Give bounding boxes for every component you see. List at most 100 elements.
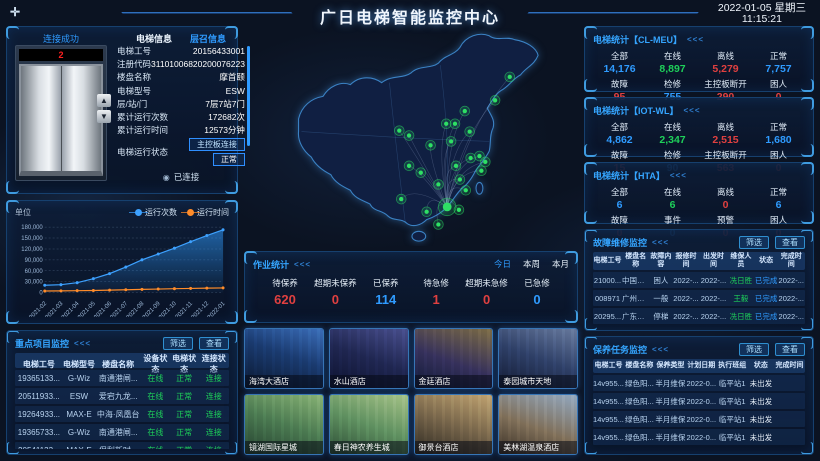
cell-device-status: 在线 [141,409,170,420]
down-arrow-button[interactable]: ▼ [97,110,111,123]
period-tab[interactable]: 本周 [523,258,540,270]
legend-item[interactable]: 运行时间 [187,207,229,218]
stat-label: 离线 [699,50,752,62]
map-site-dot[interactable] [404,131,414,141]
map-site-dot[interactable] [465,127,475,137]
project-photo-card[interactable]: 镜湖国际星城 [244,394,324,455]
map-site-dot[interactable] [466,153,476,163]
column-header: 状态 [755,256,778,266]
map-site-dot[interactable] [426,140,436,150]
field-value: 摩首颐 [219,71,245,84]
map-site-dot[interactable] [396,194,406,204]
mainboard-connect-button[interactable]: 主控板连接 [189,138,245,151]
floor-arrows: ▲ ▼ [97,94,111,123]
map-site-dot[interactable] [394,126,404,136]
stat-item: 全部 14,176 [593,50,646,75]
collapse-chevrons[interactable]: <<< [687,35,704,44]
project-photo-card[interactable]: 春日神农养生城 [329,394,409,455]
column-header: 楼盘名称 [624,361,655,371]
floor-display: 2 [19,49,103,61]
normal-status-button[interactable]: 正常 [213,153,245,166]
stat-label: 全部 [593,50,646,62]
stat-label: 离线 [699,186,752,198]
map-site-dot[interactable] [455,175,465,185]
table-row[interactable]: 008971 广州食... 一般 2022-... 2022-... 王毅 已完… [593,290,805,306]
table-row[interactable]: 19264933... MAX-E 中海·凤凰台 在线 正常 连接 [15,406,229,422]
field-label: 累计运行次数 [117,111,168,124]
map-site-dot[interactable] [441,119,451,129]
map-site-dot[interactable] [433,180,443,190]
elevator-tab[interactable]: 电梯信息 [127,32,181,45]
view-button[interactable]: 查看 [775,236,805,249]
map-site-dot[interactable] [433,220,443,230]
move-icon[interactable]: ✛ [10,5,20,19]
map-site-dot[interactable] [416,168,426,178]
cell-building: 南通港闸... [95,427,141,438]
collapse-chevrons[interactable]: <<< [74,339,91,348]
map-site-dot[interactable] [461,185,471,195]
map-site-dot[interactable] [460,106,470,116]
view-button[interactable]: 查看 [775,343,805,356]
table-row[interactable]: 21000... 中国人... 困人 2022-... 2022-... 冼日胜… [593,272,805,288]
period-tab[interactable]: 本月 [552,258,569,270]
cell-building: 绿色阳... [624,396,655,407]
collapse-chevrons[interactable]: <<< [670,171,687,180]
up-arrow-button[interactable]: ▲ [97,94,111,107]
project-photo-card[interactable]: 海湾大酒店 [244,328,324,389]
stat-value: 620 [263,292,307,307]
table-row[interactable]: 19365733... G-Wiz 南通港闸... 在线 正常 连接 [15,424,229,440]
view-button[interactable]: 查看 [199,337,229,350]
field-label: 楼盘名称 [117,71,151,84]
project-photo-card[interactable]: 水山酒店 [329,328,409,389]
panel-title: 电梯统计【HTA】 [593,169,665,182]
project-photo-card[interactable]: 金廷酒店 [414,328,494,389]
table-row[interactable]: 14v955... 绿色阳... 半月维保 2022-0... 临平站1 未出发 [593,429,805,445]
collapse-chevrons[interactable]: <<< [684,106,701,115]
taiwan-island [476,182,483,194]
table-row[interactable]: 19365133... G-Wiz 南通港闸... 在线 正常 连接 [15,370,229,386]
filter-button[interactable]: 筛选 [739,343,769,356]
svg-text:2022-01: 2022-01 [207,300,227,317]
project-photo-card[interactable]: 泰园城市天地 [498,328,578,389]
filter-button[interactable]: 筛选 [163,337,193,350]
elevator-tab[interactable]: 层召信息 [181,32,235,45]
stat-label: 故障 [593,214,646,226]
filter-button[interactable]: 筛选 [739,236,769,249]
key-projects-panel: 重点项目监控 <<< 筛选 查看 电梯工号电梯型号楼盘名称设备状态电梯状态连接状… [6,330,238,455]
map-site-dot[interactable] [438,198,456,216]
map-site-dot[interactable] [404,161,414,171]
table-row[interactable]: 14v955... 绿色阳... 半月维保 2022-0... 临平站1 未出发 [593,411,805,427]
map-site-dot[interactable] [505,72,515,82]
map-site-dot[interactable] [450,119,460,129]
elevator-image: 2 [15,45,107,181]
photo-caption: 海湾大酒店 [245,375,323,388]
period-tab[interactable]: 今日 [494,258,511,270]
table-row[interactable]: 20541133... MAX-E 保利新时... 在线 正常 连接 [15,442,229,449]
map-site-dot[interactable] [490,95,500,105]
cell-technician: 王毅 [727,293,754,304]
elevator-tabs: 电梯信息 层召信息 [117,32,245,45]
stat-label: 困人 [752,78,805,90]
column-header: 故障内容 [649,252,672,270]
job-stat: 待急修 1 [414,277,458,307]
legend-item[interactable]: 运行次数 [135,207,177,218]
collapse-chevrons[interactable]: <<< [294,260,311,269]
table-row[interactable]: 20295... 广东省... 停梯 2022-... 2022-... 冼日胜… [593,308,805,324]
map-site-dot[interactable] [480,157,490,167]
project-photo-card[interactable]: 御景台酒店 [414,394,494,455]
stat-label: 正常 [752,186,805,198]
cell-device-status: 在线 [141,427,170,438]
map-site-dot[interactable] [422,207,432,217]
chart-unit-label: 单位 [15,207,31,218]
map-site-dot[interactable] [451,161,461,171]
cell-building: 绿色阳... [624,414,655,425]
table-row[interactable]: 20511933... ESW 爱宕九龙... 在线 正常 连接 [15,388,229,404]
table-row[interactable]: 14v955... 绿色阳... 半月维保 2022-0... 临平站1 未出发 [593,393,805,409]
project-photo-card[interactable]: 美林湖温泉酒店 [498,394,578,455]
map-site-dot[interactable] [446,136,456,146]
map-site-dot[interactable] [477,166,487,176]
collapse-chevrons[interactable]: <<< [652,238,669,247]
table-row[interactable]: 14v955... 绿色阳... 半月维保 2022-0... 临平站1 未出发 [593,375,805,391]
map-site-dot[interactable] [454,205,464,215]
collapse-chevrons[interactable]: <<< [652,345,669,354]
